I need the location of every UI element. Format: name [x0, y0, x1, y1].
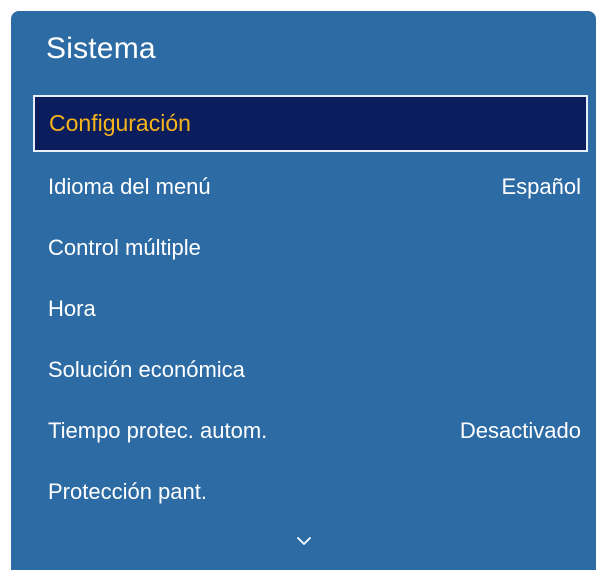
menu-item-idioma-del-menu[interactable]: Idioma del menú Español — [11, 156, 596, 217]
menu-item-proteccion-pant[interactable]: Protección pant. — [11, 461, 596, 522]
menu-item-value: Español — [501, 173, 581, 199]
panel-title: Sistema — [46, 32, 156, 65]
menu-item-tiempo-protec-autom[interactable]: Tiempo protec. autom. Desactivado — [11, 400, 596, 461]
menu-item-solucion-economica[interactable]: Solución económica — [11, 339, 596, 400]
menu-item-label: Configuración — [49, 110, 191, 136]
menu-item-label: Idioma del menú — [48, 173, 211, 199]
menu-item-label: Hora — [48, 295, 96, 321]
menu-item-label: Control múltiple — [48, 234, 201, 260]
menu-item-configuracion[interactable]: Configuración — [33, 95, 588, 152]
chevron-down-icon[interactable] — [296, 533, 312, 549]
menu-item-label: Tiempo protec. autom. — [48, 417, 268, 443]
system-menu-list: Configuración Idioma del menú Español Co… — [11, 95, 596, 522]
menu-item-label: Protección pant. — [48, 478, 207, 504]
menu-item-value: Desactivado — [459, 417, 581, 443]
menu-item-control-multiple[interactable]: Control múltiple — [11, 217, 596, 278]
menu-item-hora[interactable]: Hora — [11, 278, 596, 339]
system-menu-panel: Sistema Configuración Idioma del menú Es… — [11, 11, 596, 570]
menu-item-label: Solución económica — [48, 356, 245, 382]
